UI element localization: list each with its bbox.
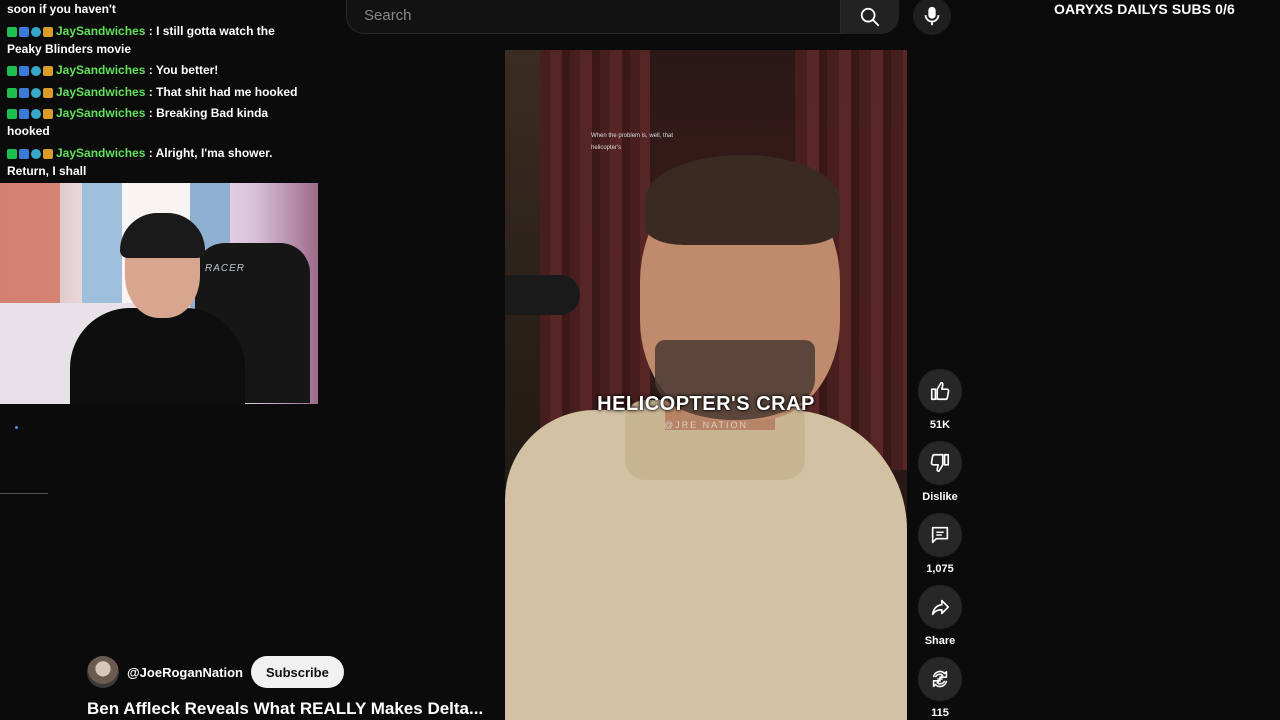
chat-badge-icon (19, 66, 29, 76)
microphone-icon (924, 6, 940, 26)
chat-badges (7, 109, 53, 119)
chat-fragment: soon if you haven't (7, 2, 116, 16)
chat-badge-icon (7, 66, 17, 76)
status-dot (15, 426, 18, 429)
dislike-button[interactable] (918, 441, 962, 485)
chat-badge-icon (31, 26, 41, 37)
subs-goal-overlay: OARYXS DAILYS SUBS 0/6 (1054, 1, 1235, 17)
chat-badge-icon (19, 109, 29, 119)
chat-username[interactable]: JaySandwiches (56, 146, 145, 160)
video-title[interactable]: Ben Affleck Reveals What REALLY Makes De… (87, 699, 483, 719)
like-count: 51K (929, 419, 951, 431)
comment-count: 1,075 (926, 563, 954, 575)
share-button[interactable] (918, 585, 962, 629)
channel-row: @JoeRoganNation Subscribe (87, 656, 344, 688)
chat-badge-icon (31, 148, 41, 159)
chat-badge-icon (19, 148, 29, 159)
chat-badge-icon (7, 87, 17, 98)
divider (0, 493, 48, 494)
chat-text: : You better! (148, 63, 219, 77)
remix-action: 115 (918, 657, 962, 719)
share-icon (931, 599, 950, 616)
chat-badge-icon (7, 109, 17, 119)
chat-overlay: soon if you haven't JaySandwiches : I st… (7, 0, 307, 183)
chat-badges (7, 87, 53, 98)
dislike-action: Dislike (918, 441, 962, 503)
chat-badge-icon (31, 109, 41, 119)
chat-text-continued: Peaky Blinders movie (7, 41, 132, 56)
chat-text: : I still gotta watch the (148, 23, 275, 38)
chat-badges (7, 66, 53, 76)
video-subtitle-small: When the problem is, well, that helicopt… (591, 133, 674, 151)
chat-badge-icon (7, 148, 17, 159)
chair-brand-label: RACER (205, 263, 246, 274)
chat-badge-icon (31, 66, 41, 76)
chat-badges (7, 26, 53, 37)
chat-message: JaySandwiches : Alright, I'ma shower. Ret… (7, 144, 307, 180)
comments-button[interactable] (918, 513, 962, 557)
search-icon (860, 7, 880, 27)
webcam-feed: RACER (0, 183, 318, 404)
chat-username[interactable]: JaySandwiches (56, 24, 145, 38)
video-watermark: @JRE NATION (664, 420, 748, 430)
chat-badge-icon (43, 148, 53, 159)
comment-icon (931, 526, 949, 544)
chat-text: : Alright, I'ma shower. (148, 145, 273, 160)
chat-message: JaySandwiches : That shit had me hooked (7, 83, 307, 101)
thumbs-up-icon (930, 381, 950, 401)
subscribe-button[interactable]: Subscribe (250, 656, 344, 688)
like-button[interactable] (918, 369, 962, 413)
search-bar (346, 0, 841, 34)
voice-search-button[interactable] (913, 0, 951, 35)
thumbs-down-icon (930, 453, 950, 473)
chat-text: : That shit had me hooked (148, 84, 298, 99)
remix-icon (932, 670, 948, 688)
chat-badge-icon (19, 26, 29, 37)
podcast-microphone (505, 275, 580, 315)
chat-badge-icon (43, 66, 53, 76)
channel-handle[interactable]: @JoeRoganNation (127, 665, 243, 680)
chat-username[interactable]: JaySandwiches (56, 106, 145, 120)
chat-badge-icon (43, 87, 53, 98)
share-action: Share (918, 585, 962, 647)
chat-text-continued: hooked (7, 124, 50, 138)
short-video-player[interactable]: When the problem is, well, that helicopt… (505, 50, 907, 720)
like-action: 51K (918, 369, 962, 431)
chat-username[interactable]: JaySandwiches (56, 85, 145, 99)
chat-badge-icon (19, 87, 29, 98)
chat-badge-icon (43, 109, 53, 119)
remix-count: 115 (931, 707, 949, 719)
chat-badge-icon (7, 26, 17, 37)
video-caption: HELICOPTER'S CRAP (597, 393, 815, 415)
chat-text: : Breaking Bad kinda (148, 106, 269, 120)
channel-avatar[interactable] (87, 656, 119, 688)
remix-button[interactable] (918, 657, 962, 701)
chat-badges (7, 148, 53, 159)
chat-badge-icon (31, 87, 41, 98)
dislike-label: Dislike (922, 491, 958, 503)
comments-action: 1,075 (918, 513, 962, 575)
chat-text-continued: Return, I shall (7, 163, 87, 178)
search-button[interactable] (841, 0, 899, 34)
chat-username[interactable]: JaySandwiches (56, 63, 145, 77)
chat-message: JaySandwiches : You better! (7, 61, 307, 79)
chat-badge-icon (43, 26, 53, 37)
chat-message: JaySandwiches : Breaking Bad kinda hooked (7, 104, 307, 140)
share-label: Share (924, 635, 956, 647)
search-input[interactable] (362, 6, 826, 25)
chat-message: JaySandwiches : I still gotta watch the P… (7, 22, 307, 58)
